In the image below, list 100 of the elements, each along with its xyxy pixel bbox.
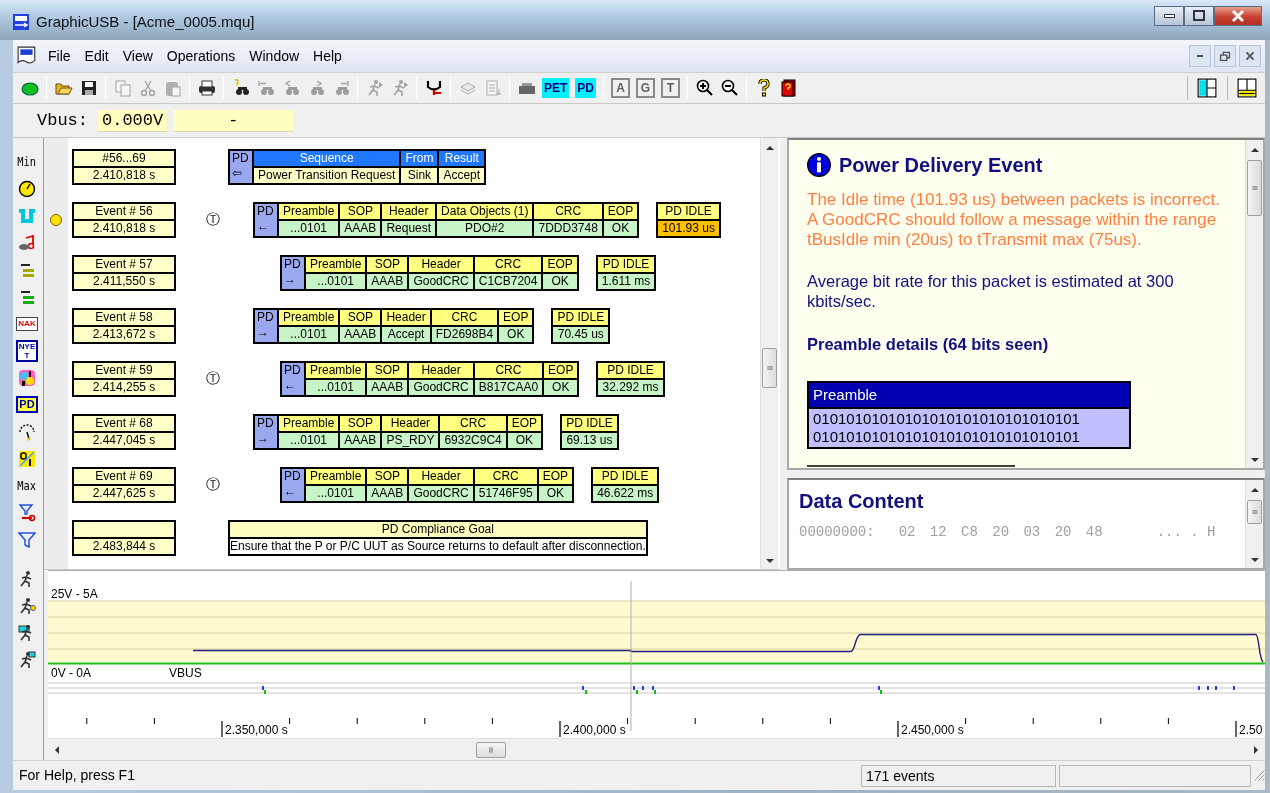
- field-header: CRC: [474, 363, 543, 378]
- menu-item[interactable]: File: [41, 45, 78, 67]
- minimize-button[interactable]: [1189, 45, 1211, 67]
- field-header: PD IDLE: [597, 257, 655, 272]
- ascii-text: ... . H: [1156, 523, 1216, 542]
- field-header: Preamble: [279, 204, 339, 219]
- event-box[interactable]: Event # 69 2.447,625 s: [72, 467, 176, 503]
- direction-arrow: →: [257, 325, 270, 340]
- event-box[interactable]: Event # 56 2.410,818 s: [72, 202, 176, 238]
- marker-dot: [50, 213, 62, 226]
- packet-frame[interactable]: PD → Preamble ...0101 SOP AAAB Header PS_RDY CRC 6932C9C4 EOP OK: [253, 414, 544, 450]
- event-time: 2.410,818 s: [74, 168, 174, 183]
- field-value: AAAB: [340, 327, 381, 342]
- field-header: Header: [409, 469, 473, 484]
- field-value: GoodCRC: [409, 486, 473, 501]
- menu-item[interactable]: Help: [306, 45, 349, 67]
- timer-marker: Ⓣ: [206, 371, 220, 386]
- scroll-thumb[interactable]: [762, 348, 777, 388]
- menu-item[interactable]: Operations: [159, 45, 243, 67]
- field-value: GoodCRC: [409, 380, 473, 395]
- event-count: 171 events: [861, 764, 1056, 787]
- field-value: B817CAA0: [474, 380, 543, 395]
- filter-icon[interactable]: [18, 530, 36, 549]
- field-header: From: [401, 151, 438, 166]
- packet-frame[interactable]: PD → Preamble ...0101 SOP AAAB Header Accept CRC FD2698B4 EOP OK: [253, 308, 535, 344]
- event-time: 2.410,818 s: [74, 221, 174, 236]
- field-header: Preamble: [306, 469, 366, 484]
- event-label: Event # 57: [74, 257, 174, 272]
- event-box[interactable]: 2.483,844 s: [72, 520, 176, 556]
- packet-frame[interactable]: PD → Preamble ...0101 SOP AAAB Header GoodCRC CRC C1CB7204 EOP OK: [280, 255, 579, 291]
- field-header: EOP: [603, 204, 638, 219]
- field-value: PDO#2: [437, 221, 533, 236]
- field-header: SOP: [340, 204, 381, 219]
- toolbar-button[interactable]: PET: [542, 78, 570, 98]
- field-header: SOP: [340, 416, 381, 431]
- field-header: Preamble: [306, 257, 366, 272]
- menu-item[interactable]: Edit: [77, 45, 116, 67]
- filter-icon[interactable]: [18, 503, 36, 522]
- field-value: 7DDD3748: [534, 221, 602, 236]
- event-label: Event # 68: [74, 416, 174, 431]
- field-value: PS_RDY: [382, 433, 439, 448]
- field-header: PD IDLE: [658, 204, 719, 219]
- close-button[interactable]: [1214, 6, 1262, 26]
- event-label: Event # 59: [74, 363, 174, 378]
- bits-icon[interactable]: [18, 449, 36, 468]
- event-box[interactable]: Event # 59 2.414,255 s: [72, 361, 176, 397]
- field-value: 46.622 ms: [593, 486, 658, 501]
- packet-frame[interactable]: PD ← Preamble ...0101 SOP AAAB Header GoodCRC CRC 51746F95 EOP OK: [280, 467, 575, 503]
- current-field: -: [173, 109, 294, 132]
- packet-frame[interactable]: PD ← Preamble ...0101 SOP AAAB Header GoodCRC CRC B817CAA0 EOP OK: [280, 361, 580, 397]
- toolbar-button[interactable]: NYET: [16, 339, 38, 362]
- range-label: 25V - 5A: [51, 587, 98, 601]
- scroll-thumb[interactable]: [1247, 500, 1262, 524]
- info-icon: [807, 153, 831, 177]
- clock-icon[interactable]: [18, 179, 36, 198]
- direction-arrow: →: [284, 272, 297, 287]
- toolbar-button[interactable]: Min: [17, 155, 37, 168]
- event-box[interactable]: Event # 57 2.411,550 s: [72, 255, 176, 291]
- toolbar-button[interactable]: NAK: [16, 316, 38, 331]
- table-header: Preamble: [809, 382, 1129, 410]
- field-value: ...0101: [306, 486, 366, 501]
- event-box[interactable]: #56...69 2.410,818 s: [72, 149, 176, 185]
- close-button[interactable]: [1239, 45, 1261, 67]
- gauge-icon[interactable]: [18, 422, 36, 441]
- event-time: 2.413,672 s: [74, 327, 174, 342]
- protocol-label: PD: [284, 257, 302, 272]
- toolbar-button[interactable]: PD: [575, 78, 596, 98]
- minimize-button[interactable]: [1154, 6, 1184, 26]
- event-box[interactable]: Event # 68 2.447,045 s: [72, 414, 176, 450]
- minimize-icon: [1163, 14, 1175, 18]
- menu-item[interactable]: Window: [242, 45, 307, 67]
- scroll-thumb[interactable]: [1247, 160, 1262, 216]
- menu-item[interactable]: View: [115, 45, 160, 67]
- goal-title: PD Compliance Goal: [230, 522, 646, 537]
- scroll-thumb[interactable]: [476, 741, 506, 758]
- field-header: Header: [409, 257, 473, 272]
- maximize-button[interactable]: [1184, 6, 1214, 26]
- runner-icon[interactable]: [18, 596, 36, 615]
- direction-arrow: ←: [284, 484, 297, 499]
- runner-icon[interactable]: [18, 650, 36, 669]
- toolbar-button[interactable]: Max: [17, 479, 37, 492]
- field-header: Data Objects (1): [437, 204, 533, 219]
- bits-icon[interactable]: [18, 368, 36, 387]
- toolbar-button[interactable]: PD: [16, 396, 38, 413]
- tick-label: 2.400,000 s: [563, 723, 626, 737]
- event-box[interactable]: Event # 58 2.413,672 s: [72, 308, 176, 344]
- field-value: OK: [603, 221, 638, 236]
- restore-button[interactable]: [1214, 45, 1236, 67]
- event-label: Event # 58: [74, 310, 174, 325]
- packet-frame[interactable]: PD ⇦ Sequence Power Transition Request From Sink Result Accept: [228, 149, 487, 185]
- field-header: EOP: [507, 416, 542, 431]
- event-time: 2.414,255 s: [74, 380, 174, 395]
- event-time: 2.447,045 s: [74, 433, 174, 448]
- field-header: Result: [439, 151, 485, 166]
- note-icon[interactable]: [18, 233, 36, 252]
- field-value: 6932C9C4: [440, 433, 506, 448]
- field-header: Preamble: [279, 416, 339, 431]
- packet-frame[interactable]: PD ← Preamble ...0101 SOP AAAB Header Request Data Objects (1) PDO#2 CRC 7DDD3748 EOP OK: [253, 202, 640, 238]
- event-label: Event # 69: [74, 469, 174, 484]
- field-value: AAAB: [367, 380, 408, 395]
